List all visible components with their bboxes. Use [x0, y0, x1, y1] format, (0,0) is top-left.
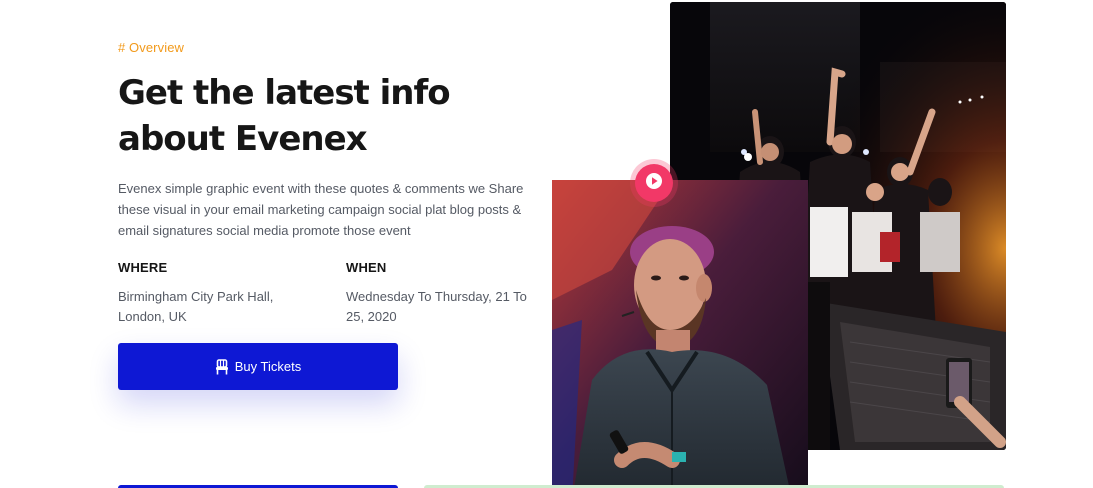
when-block: WHEN Wednesday To Thursday, 21 To 25, 20…: [346, 260, 541, 327]
buy-tickets-label: Buy Tickets: [234, 359, 302, 374]
ticket-seat-icon: [215, 358, 229, 375]
where-value: Birmingham City Park Hall, London, UK: [118, 289, 274, 324]
buy-tickets-button[interactable]: Buy Tickets: [118, 343, 398, 390]
play-video-button[interactable]: [630, 159, 678, 207]
section-description: Evenex simple graphic event with these q…: [118, 181, 524, 238]
when-label: WHEN: [346, 260, 387, 275]
play-icon: [645, 172, 663, 195]
overview-section: # Overview Get the latest info about Eve…: [0, 0, 1093, 488]
where-block: WHERE Birmingham City Park Hall, London,…: [118, 260, 318, 327]
when-value: Wednesday To Thursday, 21 To 25, 2020: [346, 289, 527, 324]
section-eyebrow: # Overview: [118, 40, 185, 55]
section-title: Get the latest info about Evenex: [118, 73, 451, 159]
speaker-image: [552, 180, 808, 488]
play-button-core: [635, 164, 673, 202]
where-label: WHERE: [118, 260, 168, 275]
